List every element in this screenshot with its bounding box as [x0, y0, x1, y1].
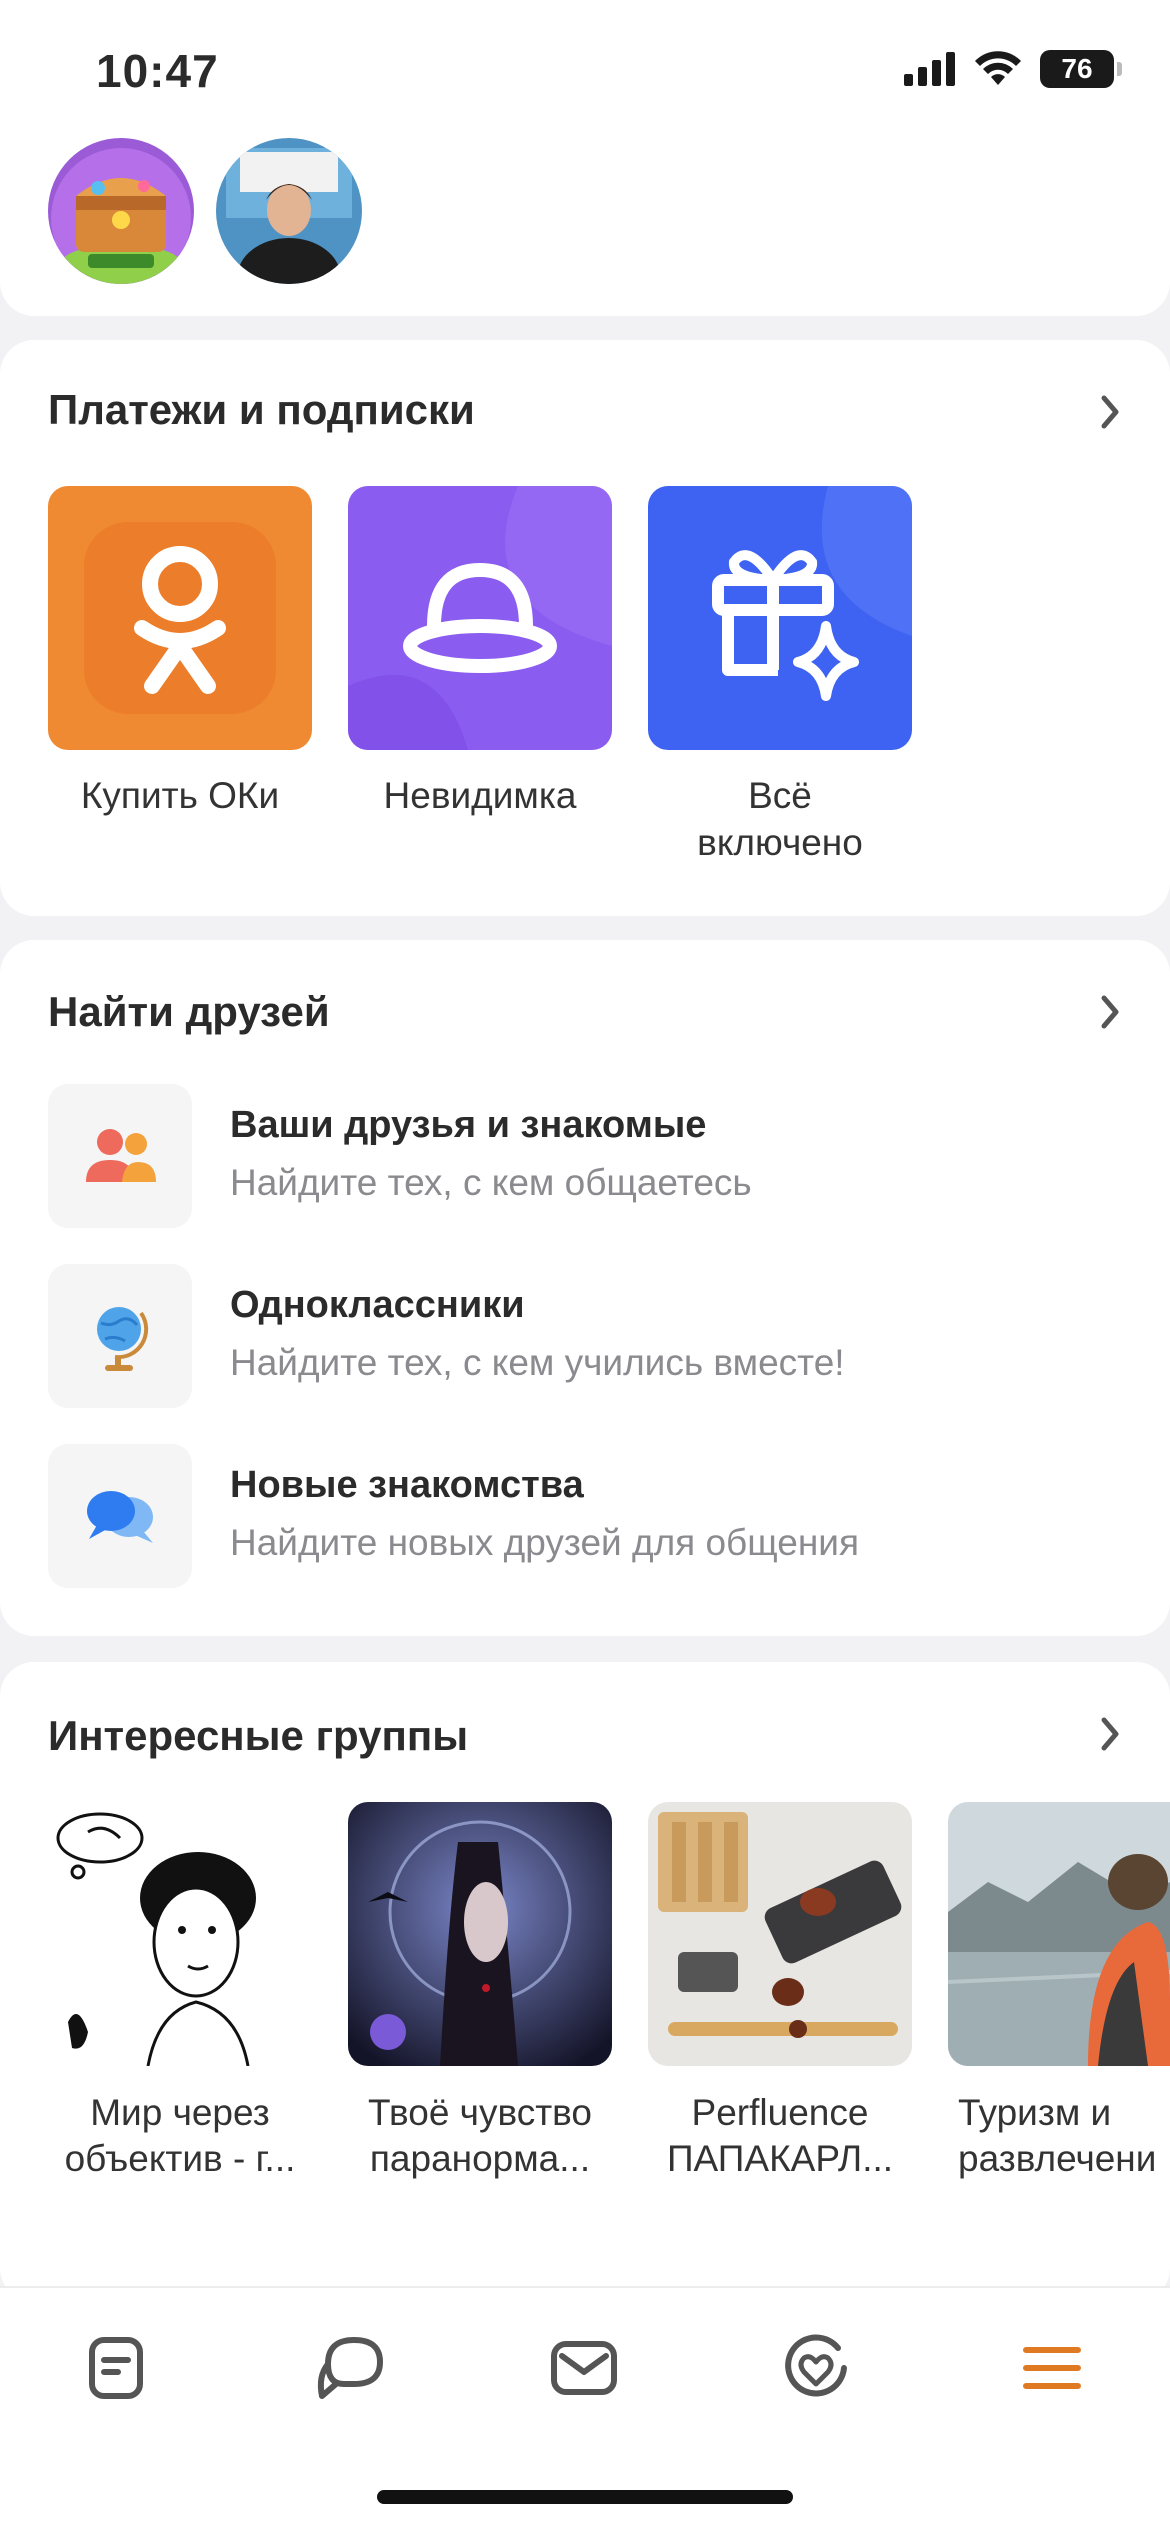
find-friends-card: Найти друзей Ваши друзья и знакомые Найд…: [0, 940, 1170, 1636]
menu-icon: [1023, 2347, 1081, 2389]
avatar-treasure[interactable]: [48, 138, 194, 284]
group-image-world-lens[interactable]: [48, 1802, 312, 2066]
all-inclusive-tile[interactable]: [648, 486, 912, 750]
ok-logo-icon: [84, 522, 276, 714]
group-label-line2: ПАПАКАРЛ...: [666, 2138, 894, 2179]
invisible-tile[interactable]: [348, 486, 612, 750]
signal-icon: [904, 52, 955, 86]
dark-fantasy-image: [348, 1802, 612, 2066]
globe-icon: [48, 1264, 192, 1408]
invisible-label: Невидимка: [383, 775, 577, 816]
groups-card: Интересные группы Мир через объектив - г…: [0, 1662, 1170, 2302]
classmates-row-subtitle: Найдите тех, с кем учились вместе!: [230, 1342, 845, 1383]
woodworking-tools-image: [648, 1802, 912, 2066]
friends-row-subtitle: Найдите тех, с кем общаетесь: [230, 1162, 752, 1203]
notifications-icon: [785, 2334, 847, 2397]
friends-row-new-acquaintances[interactable]: Новые знакомства Найдите новых друзей дл…: [48, 1444, 1128, 1590]
friends-row-contacts[interactable]: Ваши друзья и знакомые Найдите тех, с ке…: [48, 1084, 1128, 1230]
home-indicator: [377, 2490, 793, 2504]
battery-indicator: 76: [1040, 50, 1122, 88]
lake-hiker-image: [948, 1802, 1170, 2066]
group-image-perfluence[interactable]: [648, 1802, 912, 2066]
tab-notifications[interactable]: [776, 2328, 856, 2408]
group-label-world-lens: Мир через объектив - г...: [30, 2090, 330, 2182]
group-label-tourism: Туризм и развлечени: [930, 2090, 1170, 2182]
person-photo-icon: [216, 138, 362, 284]
messages-icon: [551, 2341, 617, 2395]
chat-bubbles-icon: [48, 1444, 192, 1588]
status-icons: 76: [904, 50, 1122, 88]
hat-icon: [348, 486, 612, 750]
friends-row-classmates[interactable]: Одноклассники Найдите тех, с кем учились…: [48, 1264, 1128, 1410]
wifi-icon: [975, 51, 1021, 85]
payments-card: Платежи и подписки Купить ОКи Невидимка: [0, 340, 1170, 916]
find-friends-title: Найти друзей: [48, 988, 330, 1035]
all-inclusive-label: Всё включено: [630, 772, 930, 866]
tab-menu[interactable]: [1012, 2328, 1092, 2408]
gift-sparkle-icon: [712, 486, 912, 701]
tab-discussions[interactable]: [310, 2328, 390, 2408]
group-image-tourism[interactable]: [948, 1802, 1170, 2066]
app-screen: 10:47 76 Платежи и подписки Купить ОКи Н…: [0, 0, 1170, 2532]
group-label-line2: развлечени: [958, 2138, 1157, 2179]
chevron-right-icon[interactable]: [1096, 392, 1124, 432]
group-label-line2: паранорма...: [369, 2138, 591, 2179]
all-inclusive-label-text: Всё включено: [697, 775, 863, 863]
feed-icon: [89, 2337, 143, 2399]
group-image-paranormal[interactable]: [348, 1802, 612, 2066]
new-acquaintances-row-title: Новые знакомства: [230, 1464, 584, 1506]
buy-oki-label: Купить ОКи: [80, 775, 280, 816]
tab-feed[interactable]: [76, 2328, 156, 2408]
payments-title: Платежи и подписки: [48, 386, 475, 433]
top-card: 10:47 76: [0, 0, 1170, 316]
people-icon: [48, 1084, 192, 1228]
groups-title: Интересные группы: [48, 1712, 469, 1759]
discussions-icon: [317, 2336, 384, 2399]
avatar-person[interactable]: [216, 138, 362, 284]
new-acquaintances-row-subtitle: Найдите новых друзей для общения: [230, 1522, 859, 1563]
sketch-woman-image: [48, 1802, 312, 2066]
classmates-row-title: Одноклассники: [230, 1284, 525, 1326]
group-label-perfluence: Perfluence ПАПАКАРЛ...: [630, 2090, 930, 2182]
buy-oki-tile[interactable]: [48, 486, 312, 750]
group-label-line2: объектив - г...: [64, 2138, 296, 2179]
group-label-paranormal: Твоё чувство паранорма...: [330, 2090, 630, 2182]
tab-messages[interactable]: [544, 2328, 624, 2408]
treasure-chest-icon: [48, 138, 194, 284]
friends-row-title: Ваши друзья и знакомые: [230, 1104, 707, 1146]
chevron-right-icon[interactable]: [1096, 1714, 1124, 1754]
chevron-right-icon[interactable]: [1096, 992, 1124, 1032]
group-label-line1: Мир через: [90, 2092, 270, 2133]
group-label-line1: Твоё чувство: [368, 2092, 592, 2133]
status-time: 10:47: [96, 45, 219, 97]
group-label-line1: Туризм и: [958, 2092, 1112, 2133]
group-label-line1: Perfluence: [691, 2092, 869, 2133]
